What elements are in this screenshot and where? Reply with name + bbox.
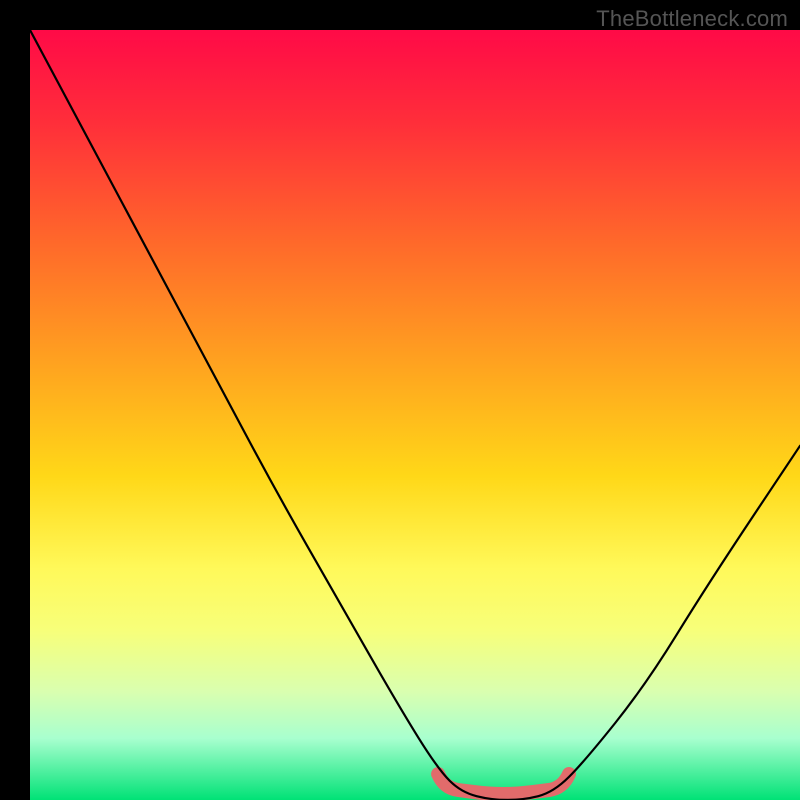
chart-svg	[30, 30, 800, 800]
bottleneck-curve-right	[492, 446, 800, 800]
chart-plot-area	[30, 30, 800, 800]
watermark-text: TheBottleneck.com	[596, 6, 788, 32]
bottleneck-curve-left	[30, 30, 523, 800]
